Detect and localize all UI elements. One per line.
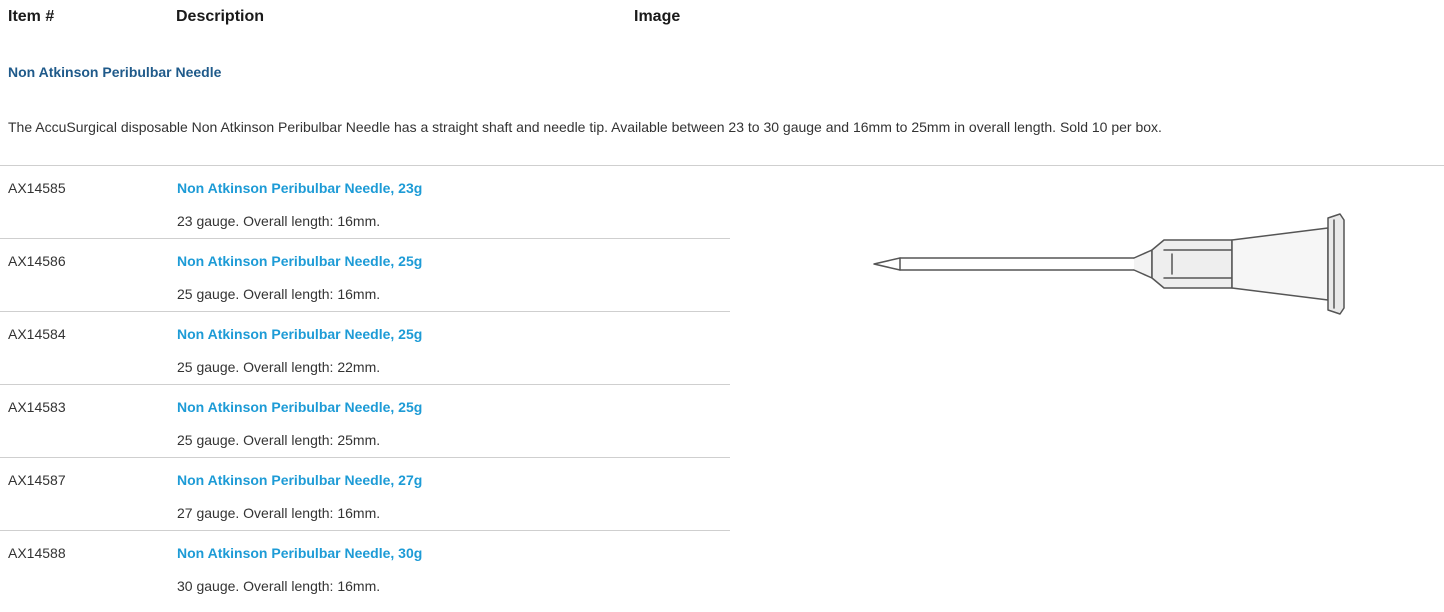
section-title: Non Atkinson Peribulbar Needle: [8, 64, 222, 80]
item-link[interactable]: Non Atkinson Peribulbar Needle, 25g: [177, 399, 422, 415]
table-header: Item # Description Image: [8, 8, 1428, 30]
item-code: AX14584: [8, 326, 66, 342]
table-row: AX14583 Non Atkinson Peribulbar Needle, …: [0, 385, 730, 458]
item-code: AX14586: [8, 253, 66, 269]
item-list: AX14585 Non Atkinson Peribulbar Needle, …: [0, 166, 730, 604]
needle-illustration-icon: [872, 206, 1348, 324]
header-item-number: Item #: [8, 8, 55, 25]
item-link[interactable]: Non Atkinson Peribulbar Needle, 25g: [177, 253, 422, 269]
item-link[interactable]: Non Atkinson Peribulbar Needle, 23g: [177, 180, 422, 196]
item-link[interactable]: Non Atkinson Peribulbar Needle, 27g: [177, 472, 422, 488]
item-spec: 30 gauge. Overall length: 16mm.: [177, 578, 381, 594]
item-spec: 25 gauge. Overall length: 25mm.: [177, 432, 381, 448]
table-row: AX14587 Non Atkinson Peribulbar Needle, …: [0, 458, 730, 531]
item-code: AX14588: [8, 545, 66, 561]
table-row: AX14586 Non Atkinson Peribulbar Needle, …: [0, 239, 730, 312]
table-row: AX14588 Non Atkinson Peribulbar Needle, …: [0, 531, 730, 604]
header-image: Image: [634, 8, 681, 25]
item-code: AX14587: [8, 472, 66, 488]
header-description: Description: [176, 8, 265, 25]
item-link[interactable]: Non Atkinson Peribulbar Needle, 25g: [177, 326, 422, 342]
section-description: The AccuSurgical disposable Non Atkinson…: [8, 119, 1162, 135]
item-code: AX14585: [8, 180, 66, 196]
table-row: AX14584 Non Atkinson Peribulbar Needle, …: [0, 312, 730, 385]
item-code: AX14583: [8, 399, 66, 415]
item-spec: 25 gauge. Overall length: 22mm.: [177, 359, 381, 375]
table-row: AX14585 Non Atkinson Peribulbar Needle, …: [0, 166, 730, 239]
item-spec: 27 gauge. Overall length: 16mm.: [177, 505, 381, 521]
item-link[interactable]: Non Atkinson Peribulbar Needle, 30g: [177, 545, 422, 561]
item-spec: 23 gauge. Overall length: 16mm.: [177, 213, 381, 229]
item-spec: 25 gauge. Overall length: 16mm.: [177, 286, 381, 302]
